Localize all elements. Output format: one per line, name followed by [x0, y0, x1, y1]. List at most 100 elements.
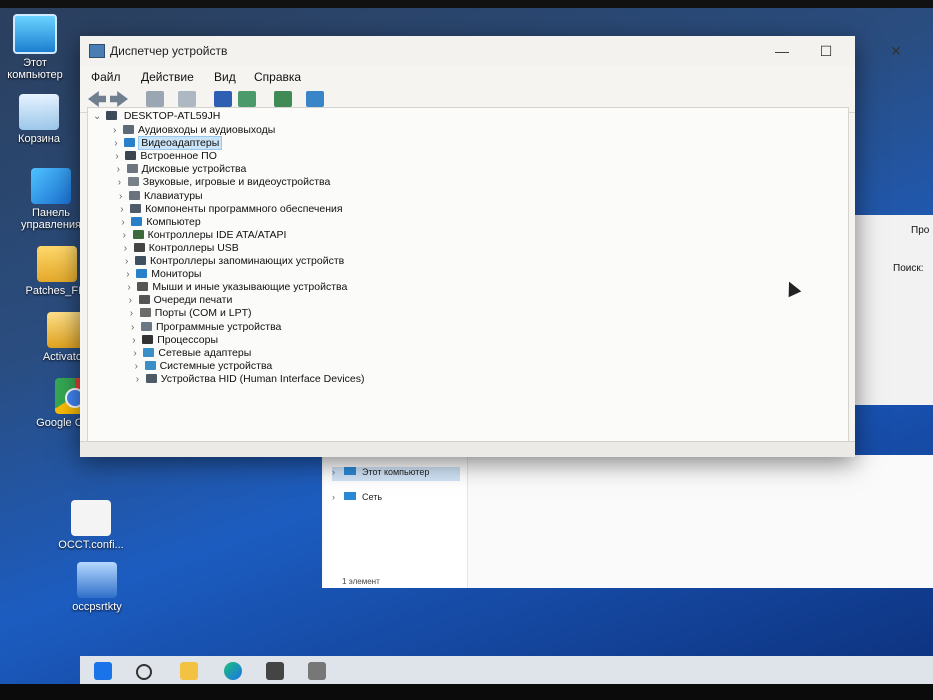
tree-item-label: Программные устройства	[156, 320, 282, 333]
tree-item[interactable]: › Мониторы	[126, 268, 201, 281]
edge-icon[interactable]	[224, 662, 242, 680]
menu-help[interactable]: Справка	[254, 70, 301, 84]
folder-icon	[37, 246, 77, 282]
firmware-icon	[125, 151, 137, 161]
tree-item[interactable]: › Контроллеры запоминающих устройств	[125, 255, 344, 268]
tree-item-label: Очереди печати	[153, 294, 233, 307]
chevron-right-icon[interactable]: ›	[127, 282, 137, 293]
help-icon[interactable]	[214, 91, 232, 107]
menu-view[interactable]: Вид	[214, 70, 236, 84]
nav-item-network[interactable]: › Сеть	[332, 492, 382, 502]
usb-icon	[133, 242, 145, 252]
tree-item[interactable]: › Порты (COM и LPT)	[130, 307, 252, 320]
chevron-right-icon[interactable]: ›	[120, 204, 130, 215]
panel-text-line1: Про	[911, 225, 930, 236]
chevron-down-icon: ⌄	[93, 111, 102, 122]
explorer-status: 1 элемент	[342, 577, 380, 586]
tree-item[interactable]: › Контроллеры USB	[124, 242, 239, 255]
panel-search-label: Поиск:	[893, 263, 924, 274]
tree-item[interactable]: › Программные устройства	[131, 321, 281, 334]
status-bar	[80, 441, 855, 457]
menu-action[interactable]: Действие	[141, 70, 194, 84]
tree-item[interactable]: › Видеоадаптеры	[114, 136, 223, 151]
chevron-right-icon[interactable]: ›	[115, 151, 125, 162]
store-icon[interactable]	[266, 662, 284, 680]
tree-root-label: DESKTOP-ATL59JH	[123, 110, 221, 122]
desktop-icon-label: Панель управления	[21, 207, 81, 231]
chevron-right-icon[interactable]: ›	[130, 308, 140, 319]
tree-item[interactable]: › Компьютер	[121, 216, 200, 229]
tree-item-label: Встроенное ПО	[140, 150, 217, 163]
properties-icon[interactable]	[146, 91, 164, 107]
disk-icon	[126, 164, 138, 174]
tree-item-label: Компоненты программного обеспечения	[145, 202, 343, 215]
tree-item-label: Видеоадаптеры	[138, 136, 223, 151]
tree-root[interactable]: ⌄ DESKTOP-ATL59JH	[93, 110, 220, 123]
tree-item[interactable]: › Звуковые, игровые и видеоустройства	[118, 176, 331, 189]
close-button[interactable]: ✕	[874, 38, 918, 64]
tree-item[interactable]: › Дисковые устройства	[117, 163, 247, 176]
desktop-icon-control-panel[interactable]: Панель управления	[12, 168, 90, 231]
app-icon[interactable]	[308, 662, 326, 680]
chevron-right-icon[interactable]: ›	[131, 322, 141, 333]
chevron-right-icon[interactable]: ›	[118, 177, 128, 188]
screen-bezel-bottom	[0, 684, 933, 700]
display-adapter-icon	[124, 138, 136, 148]
computer-icon	[13, 14, 57, 54]
device-manager-icon	[89, 44, 105, 58]
taskbar	[80, 656, 933, 686]
chevron-right-icon[interactable]: ›	[135, 361, 145, 372]
chevron-right-icon[interactable]: ›	[123, 230, 133, 241]
back-icon[interactable]	[88, 91, 106, 107]
tree-item[interactable]: › Системные устройства	[135, 360, 273, 373]
tree-item[interactable]: › Устройства HID (Human Interface Devices…	[136, 373, 365, 386]
menu-file[interactable]: Файл	[91, 70, 121, 84]
tree-item[interactable]: › Очереди печати	[129, 294, 233, 307]
minimize-button[interactable]: —	[760, 38, 804, 64]
document-icon	[71, 500, 111, 536]
chevron-right-icon[interactable]: ›	[113, 125, 123, 136]
tree-item[interactable]: › Мыши и иные указывающие устройства	[127, 281, 347, 294]
scan-icon[interactable]	[274, 91, 292, 107]
processor-icon	[142, 334, 154, 344]
tree-item[interactable]: › Сетевые адаптеры	[133, 347, 251, 360]
screen-bezel-top	[0, 0, 933, 8]
chevron-right-icon[interactable]: ›	[132, 335, 142, 346]
chevron-right-icon[interactable]: ›	[121, 217, 131, 228]
desktop-icon-recycle-bin[interactable]: Корзина	[0, 94, 78, 145]
chevron-right-icon[interactable]: ›	[125, 256, 135, 267]
desktop-icon-occt-config[interactable]: OCCT.confi...	[52, 500, 130, 551]
update-driver-icon[interactable]	[238, 91, 256, 107]
chevron-right-icon[interactable]: ›	[119, 191, 129, 202]
start-icon[interactable]	[94, 662, 112, 680]
nav-item-this-pc[interactable]: › Этот компьютер	[332, 467, 460, 481]
maximize-button[interactable]: ☐	[804, 38, 848, 64]
tree-item-label: Клавиатуры	[144, 189, 203, 202]
storage-controller-icon	[135, 256, 146, 265]
chevron-right-icon[interactable]: ›	[117, 164, 127, 175]
chevron-right-icon[interactable]: ›	[136, 374, 146, 385]
chevron-right-icon[interactable]: ›	[133, 348, 143, 359]
file-explorer-icon[interactable]	[180, 662, 198, 680]
tree-item[interactable]: › Контроллеры IDE ATA/ATAPI	[123, 229, 287, 242]
tree-item[interactable]: › Процессоры	[132, 334, 218, 347]
forward-icon[interactable]	[110, 91, 128, 107]
desktop-icon-occt[interactable]: occpsrtkty	[58, 562, 136, 613]
chevron-right-icon[interactable]: ›	[126, 269, 136, 280]
desktop-icon-this-pc[interactable]: Этот компьютер	[0, 14, 74, 81]
tree-item-label: Порты (COM и LPT)	[154, 307, 252, 320]
tree-item[interactable]: › Компоненты программного обеспечения	[120, 203, 342, 216]
computer-icon	[105, 111, 117, 120]
tree-item[interactable]: › Клавиатуры	[119, 190, 203, 203]
chevron-right-icon[interactable]: ›	[124, 243, 134, 254]
search-icon[interactable]	[136, 664, 152, 680]
window-title: Диспетчер устройств	[110, 44, 228, 58]
nav-item-label: Этот компьютер	[362, 467, 430, 477]
monitor-icon[interactable]	[306, 91, 324, 107]
desktop-icon-label: OCCT.confi...	[58, 539, 124, 551]
tree-item[interactable]: › Встроенное ПО	[115, 150, 217, 163]
tree-item[interactable]: › Аудиовходы и аудиовыходы	[113, 124, 275, 137]
show-hidden-icon[interactable]	[178, 91, 196, 107]
chevron-right-icon[interactable]: ›	[114, 138, 124, 149]
chevron-right-icon[interactable]: ›	[129, 295, 139, 306]
